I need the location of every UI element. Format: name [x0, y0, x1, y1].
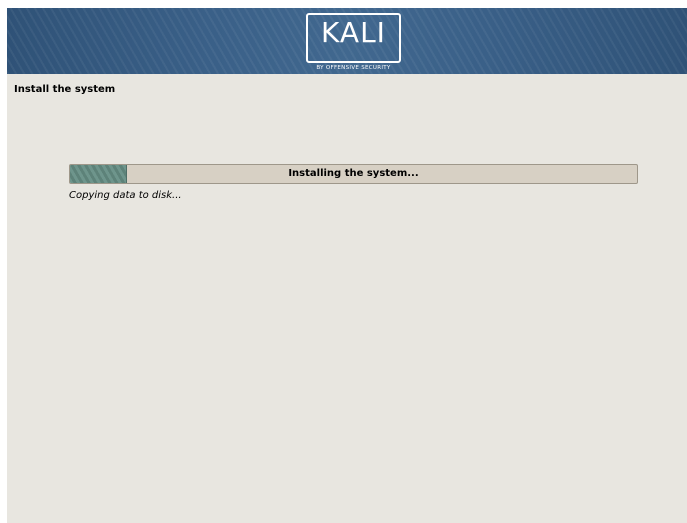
status-text: Copying data to disk... [69, 190, 182, 201]
kali-banner: KALI BY OFFENSIVE SECURITY [7, 8, 687, 74]
progress-label: Installing the system... [288, 168, 419, 179]
logo-subtitle: BY OFFENSIVE SECURITY [316, 65, 391, 71]
install-progress-bar: Installing the system... [69, 164, 638, 184]
logo-text: KALI [321, 16, 386, 49]
installer-window: KALI BY OFFENSIVE SECURITY Install the s… [7, 8, 687, 523]
kali-logo: KALI [306, 13, 401, 63]
page-title: Install the system [14, 84, 116, 95]
